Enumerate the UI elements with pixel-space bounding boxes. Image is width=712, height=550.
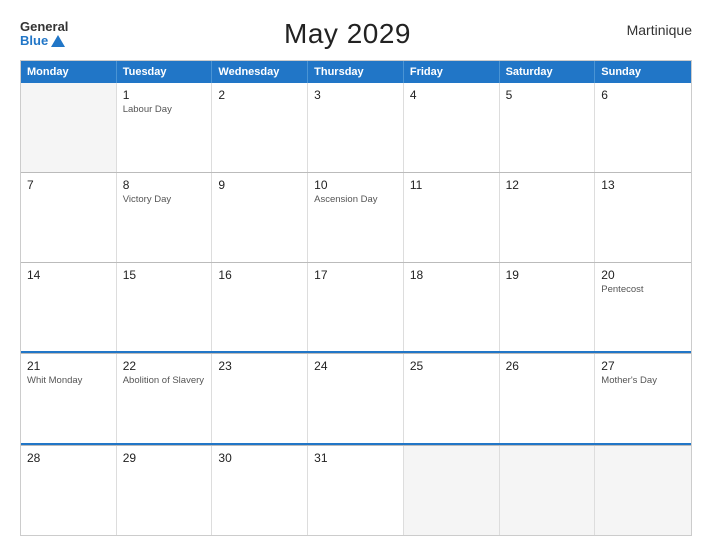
day-cell-21: 21 Whit Monday bbox=[21, 354, 117, 443]
day-cell-4: 4 bbox=[404, 83, 500, 172]
month-title: May 2029 bbox=[284, 18, 411, 50]
day-cell-27: 27 Mother's Day bbox=[595, 354, 691, 443]
day-cell bbox=[21, 83, 117, 172]
day-cell-16: 16 bbox=[212, 263, 308, 352]
day-cell-1: 1 Labour Day bbox=[117, 83, 213, 172]
day-cell-9: 9 bbox=[212, 173, 308, 262]
day-cell-19: 19 bbox=[500, 263, 596, 352]
day-cell-empty-3 bbox=[595, 446, 691, 535]
header-sunday: Sunday bbox=[595, 61, 691, 83]
calendar-grid: Monday Tuesday Wednesday Thursday Friday… bbox=[20, 60, 692, 536]
day-cell-22: 22 Abolition of Slavery bbox=[117, 354, 213, 443]
day-cell-empty-1 bbox=[404, 446, 500, 535]
day-cell-10: 10 Ascension Day bbox=[308, 173, 404, 262]
day-cell-31: 31 bbox=[308, 446, 404, 535]
day-cell-empty-2 bbox=[500, 446, 596, 535]
day-cell-3: 3 bbox=[308, 83, 404, 172]
day-cell-30: 30 bbox=[212, 446, 308, 535]
day-cell-15: 15 bbox=[117, 263, 213, 352]
day-cell-24: 24 bbox=[308, 354, 404, 443]
day-cell-14: 14 bbox=[21, 263, 117, 352]
day-cell-6: 6 bbox=[595, 83, 691, 172]
week-row-3: 14 15 16 17 18 19 20 P bbox=[21, 262, 691, 354]
day-cell-18: 18 bbox=[404, 263, 500, 352]
header-monday: Monday bbox=[21, 61, 117, 83]
header-tuesday: Tuesday bbox=[117, 61, 213, 83]
header-saturday: Saturday bbox=[500, 61, 596, 83]
header-thursday: Thursday bbox=[308, 61, 404, 83]
day-cell-28: 28 bbox=[21, 446, 117, 535]
day-cell-29: 29 bbox=[117, 446, 213, 535]
week-row-5: 28 29 30 31 bbox=[21, 445, 691, 535]
logo-blue-text: Blue bbox=[20, 34, 68, 48]
calendar-header: Monday Tuesday Wednesday Thursday Friday… bbox=[21, 61, 691, 83]
region-label: Martinique bbox=[627, 22, 692, 38]
day-cell-17: 17 bbox=[308, 263, 404, 352]
header-friday: Friday bbox=[404, 61, 500, 83]
week-row-1: 1 Labour Day 2 3 4 5 6 bbox=[21, 83, 691, 172]
day-cell-7: 7 bbox=[21, 173, 117, 262]
day-cell-13: 13 bbox=[595, 173, 691, 262]
week-row-4: 21 Whit Monday 22 Abolition of Slavery 2… bbox=[21, 353, 691, 445]
calendar-page: General Blue May 2029 Martinique Monday … bbox=[0, 0, 712, 550]
logo-general-text: General bbox=[20, 20, 68, 34]
logo: General Blue bbox=[20, 20, 68, 49]
header-wednesday: Wednesday bbox=[212, 61, 308, 83]
page-header: General Blue May 2029 Martinique bbox=[20, 18, 692, 50]
day-cell-5: 5 bbox=[500, 83, 596, 172]
day-cell-25: 25 bbox=[404, 354, 500, 443]
day-cell-26: 26 bbox=[500, 354, 596, 443]
day-cell-2: 2 bbox=[212, 83, 308, 172]
day-cell-20: 20 Pentecost bbox=[595, 263, 691, 352]
week-row-2: 7 8 Victory Day 9 10 Ascension Day 11 12 bbox=[21, 172, 691, 262]
calendar-body: 1 Labour Day 2 3 4 5 6 bbox=[21, 83, 691, 535]
logo-triangle-icon bbox=[51, 35, 65, 47]
day-cell-12: 12 bbox=[500, 173, 596, 262]
day-cell-8: 8 Victory Day bbox=[117, 173, 213, 262]
day-cell-11: 11 bbox=[404, 173, 500, 262]
day-cell-23: 23 bbox=[212, 354, 308, 443]
